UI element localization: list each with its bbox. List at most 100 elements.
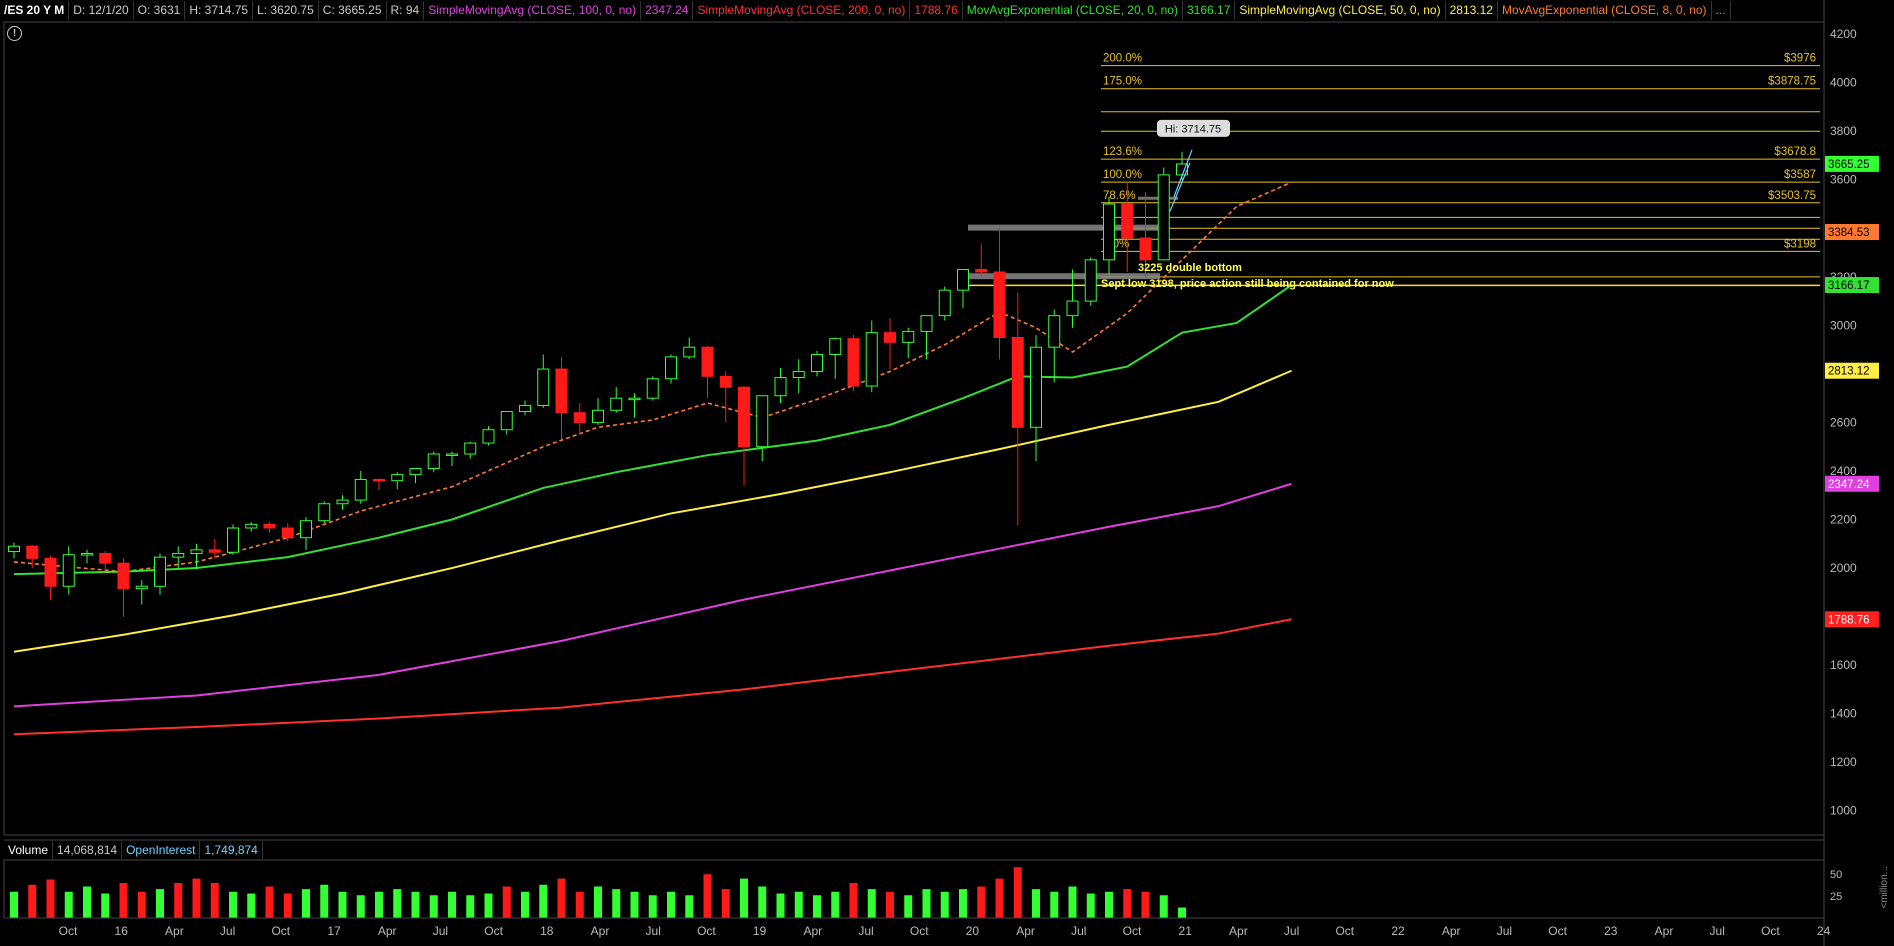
volume-bar <box>192 878 201 918</box>
candle-body <box>683 346 696 358</box>
fib-pct-label: 175.0% <box>1103 76 1142 88</box>
candle-body <box>336 499 349 505</box>
oi-label: OpenInterest <box>122 841 201 859</box>
x-tick-label: Oct <box>1335 924 1354 938</box>
volume-label: Volume <box>4 841 54 859</box>
volume-bar <box>448 891 456 918</box>
x-tick-label: Jul <box>858 924 873 938</box>
candle-body <box>774 377 787 397</box>
volume-bar <box>776 893 785 918</box>
candle-body <box>26 545 39 559</box>
x-tick-label: Oct <box>910 924 929 938</box>
volume-bar <box>1105 891 1113 918</box>
candle-body <box>263 523 276 529</box>
volume-bar <box>393 889 402 918</box>
x-tick-label: Oct <box>697 924 716 938</box>
candle-body <box>245 523 258 529</box>
candle-body <box>44 557 57 587</box>
candle-body <box>391 474 404 482</box>
candle-body <box>1048 315 1061 348</box>
volume-bar <box>1032 889 1040 918</box>
volume-bar <box>466 895 475 918</box>
volume-bar <box>46 879 55 918</box>
y-tick-label: 4000 <box>1830 76 1857 90</box>
ma-line-2 <box>13 369 1292 653</box>
volume-bar <box>740 878 748 918</box>
volume-bar <box>886 891 894 918</box>
x-tick-label: 21 <box>1179 924 1193 938</box>
candle-body <box>464 442 477 455</box>
candle-body <box>975 269 988 273</box>
x-tick-label: Jul <box>1497 924 1512 938</box>
y-tick-label: 1200 <box>1830 755 1857 769</box>
candle-body <box>1121 203 1134 239</box>
volume-bar <box>557 878 566 918</box>
volume-bar <box>1086 893 1095 918</box>
x-tick-label: Apr <box>378 924 397 938</box>
volume-bar <box>867 889 876 918</box>
x-tick-label: Apr <box>165 924 184 938</box>
volume-panel-frame <box>3 859 1825 919</box>
volume-bar <box>338 891 347 918</box>
x-tick-label: 24 <box>1817 924 1831 938</box>
candle-body <box>318 503 331 522</box>
fib-price-label: $3678.8 <box>1774 146 1816 158</box>
price-panel-frame <box>3 21 1825 836</box>
fib-pct-label: 123.6% <box>1103 146 1142 158</box>
y-tick-label: 2600 <box>1830 415 1857 429</box>
volume-bar <box>1068 886 1077 918</box>
volume-tick-label: 50 <box>1830 869 1842 881</box>
volume-bar <box>137 891 146 918</box>
volume-bar <box>265 886 274 918</box>
volume-bar <box>648 895 657 918</box>
annotation-double-bottom: 3225 double bottom <box>1138 262 1242 274</box>
candle-body <box>1066 300 1079 317</box>
candle-body <box>427 453 440 470</box>
x-tick-label: Apr <box>803 924 822 938</box>
candle-body <box>99 552 112 564</box>
price-badge-label: 1788.76 <box>1828 614 1870 626</box>
price-badge-label: 3166.17 <box>1828 280 1870 292</box>
x-tick-label: Apr <box>1229 924 1248 938</box>
volume-header: Volume 14,068,814 OpenInterest 1,749,874 <box>4 841 263 859</box>
candle-body <box>902 330 915 343</box>
y-tick-label: 1000 <box>1830 804 1857 818</box>
volume-bar <box>229 891 237 918</box>
volume-bar <box>1050 891 1059 918</box>
volume-bar <box>484 893 493 918</box>
candle-body <box>865 332 878 387</box>
candle-body <box>172 552 185 558</box>
candle-body <box>628 397 641 401</box>
ma-line-4 <box>13 618 1292 736</box>
volume-tick-label: 25 <box>1830 891 1842 903</box>
x-tick-label: 17 <box>327 924 341 938</box>
volume-bar <box>667 891 675 918</box>
volume-bar <box>210 883 219 918</box>
price-badge-label: 3665.25 <box>1828 159 1870 171</box>
x-tick-label: 23 <box>1604 924 1618 938</box>
candle-body <box>993 271 1006 338</box>
chart-canvas[interactable]: 1000120014001600180020002200240026002800… <box>0 0 1894 946</box>
price-badge-label: 2813.12 <box>1828 366 1870 378</box>
candle-body <box>1011 336 1024 428</box>
y-tick-label: 2000 <box>1830 561 1857 575</box>
candle-body <box>957 269 969 291</box>
candle-body <box>884 332 896 343</box>
fib-pct-label: 78.6% <box>1103 190 1136 202</box>
candle-body <box>1157 174 1170 261</box>
volume-bar <box>904 895 913 918</box>
x-tick-label: Jul <box>646 924 661 938</box>
candle-body <box>738 386 750 448</box>
fib-price-label: $3198 <box>1784 238 1816 250</box>
volume-bar <box>1141 891 1150 918</box>
volume-bar <box>174 883 183 918</box>
volume-bar <box>575 891 584 918</box>
volume-bar <box>119 883 128 918</box>
x-tick-label: 18 <box>540 924 554 938</box>
candle-body <box>1103 203 1115 261</box>
y-tick-label: 2200 <box>1830 513 1857 527</box>
volume-bar <box>630 891 639 918</box>
candle-body <box>227 527 239 553</box>
x-tick-label: Apr <box>1016 924 1035 938</box>
candle-body <box>1030 346 1042 428</box>
